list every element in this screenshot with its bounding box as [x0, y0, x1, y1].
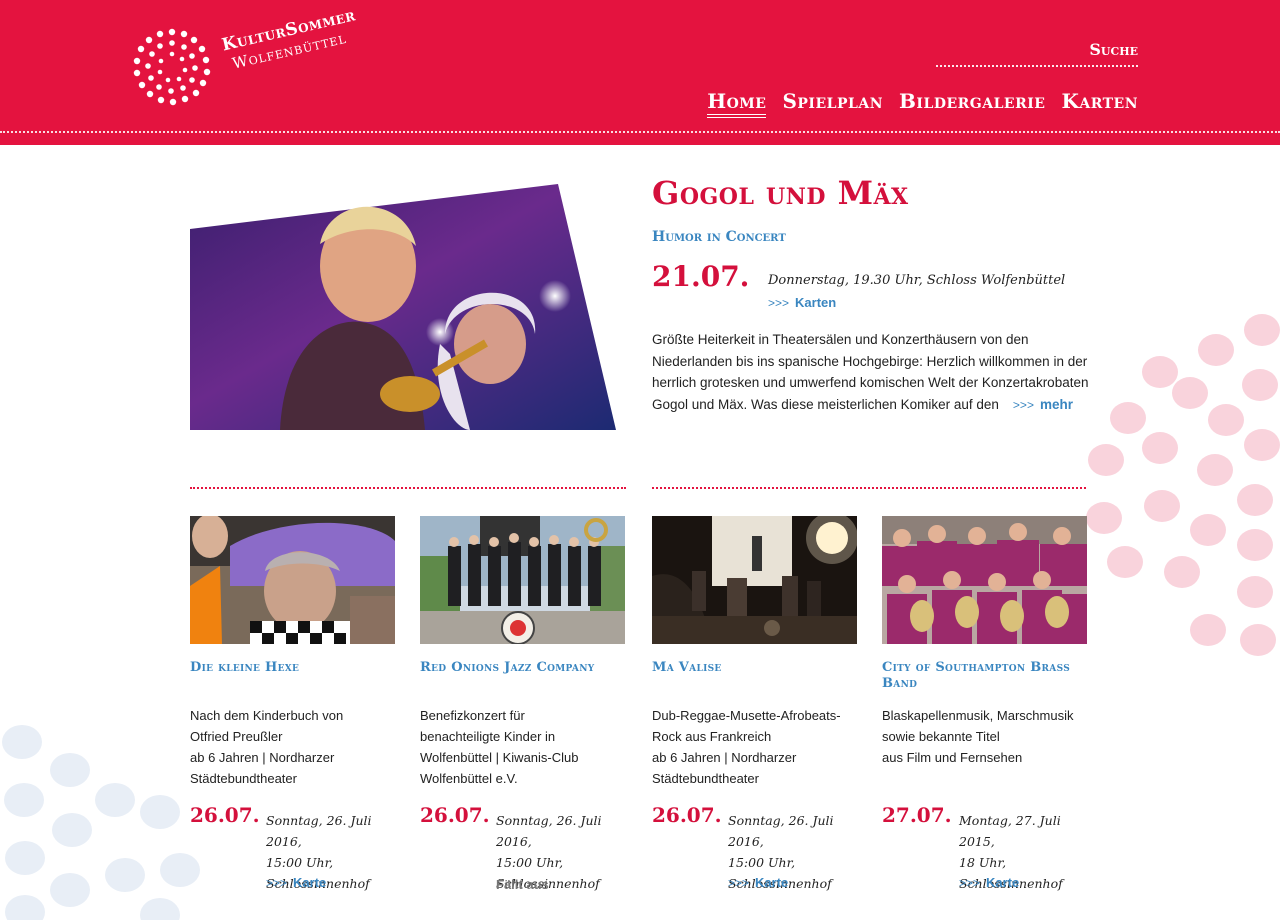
event-desc-line: Benefizkonzert für [420, 708, 525, 723]
event-description: Dub-Reggae-Musette-Afrobeats- Rock aus F… [652, 705, 862, 789]
arrow-icon: >>> [768, 296, 790, 310]
logo-text: KulturSommer Wolfenbüttel [220, 5, 362, 75]
event-tickets-link[interactable]: >>> Karte [266, 875, 326, 890]
event-title-ma-valise[interactable]: Ma Valise [652, 660, 862, 676]
event-date: 26.07. [190, 803, 260, 827]
event-desc-line: Rock aus Frankreich [652, 729, 772, 744]
event-desc-line: Städtebundtheater [190, 771, 297, 786]
event-image-die-kleine-hexe[interactable] [190, 516, 395, 644]
event-date: 26.07. [652, 803, 722, 827]
event-date: 26.07. [420, 803, 490, 827]
event-when-line: 15:00 Uhr, [266, 855, 334, 870]
featured-more-label: mehr [1039, 396, 1073, 412]
event-when-line: Sonntag, 26. Juli 2016, [266, 813, 372, 849]
event-desc-line: Wolfenbüttel | Kiwanis-Club [420, 750, 579, 765]
event-date: 27.07. [882, 803, 952, 827]
featured-description: Größte Heiterkeit in Theatersälen und Ko… [652, 329, 1092, 416]
nav-bildergalerie[interactable]: Bildergalerie [899, 89, 1045, 118]
event-desc-line: aus Film und Fernsehen [882, 750, 1023, 765]
event-desc-line: Wolfenbüttel e.V. [420, 771, 518, 786]
event-when-line: Sonntag, 26. Juli 2016, [496, 813, 602, 849]
event-when-line: Montag, 27. Juli 2015, [959, 813, 1061, 849]
event-when-line: 18 Uhr, [959, 855, 1007, 870]
event-desc-line: ab 6 Jahren | Nordharzer [190, 750, 335, 765]
event-description: Nach dem Kinderbuch von Otfried Preußler… [190, 705, 400, 789]
featured-more-link[interactable]: >>> mehr [1013, 397, 1073, 412]
nav-home[interactable]: Home [707, 89, 767, 118]
event-desc-line: Blaskapellenmusik, Marschmusik [882, 708, 1074, 723]
arrow-icon: >>> [728, 876, 750, 890]
featured-event-image[interactable] [190, 184, 616, 430]
nav-spielplan[interactable]: Spielplan [782, 89, 883, 118]
event-desc-line: sowie bekannte Titel [882, 729, 1000, 744]
event-image-red-onions-jazz-company[interactable] [420, 516, 625, 644]
nav-karten[interactable]: Karten [1061, 89, 1138, 118]
search-link[interactable]: Suche [936, 40, 1138, 67]
event-image-ma-valise[interactable] [652, 516, 857, 644]
event-desc-line: Nach dem Kinderbuch von [190, 708, 344, 723]
event-tickets-label: Karte [986, 875, 1020, 890]
arrow-icon: >>> [1012, 397, 1034, 412]
event-title-die-kleine-hexe[interactable]: Die kleine Hexe [190, 660, 400, 676]
site-header: KulturSommer Wolfenbüttel Suche Home Spi… [0, 0, 1280, 145]
section-divider-right [652, 487, 1086, 489]
sun-logo-icon [133, 28, 211, 106]
header-divider [0, 131, 1280, 133]
event-cancelled-label: Fällt aus [496, 877, 549, 892]
event-tickets-label: Karte [293, 875, 327, 890]
featured-tickets-link[interactable]: >>> Karten [768, 295, 836, 310]
featured-date: 21.07. [652, 260, 750, 293]
event-tickets-link[interactable]: >>> Karte [728, 875, 788, 890]
main-nav: Home Spielplan Bildergalerie Karten [707, 89, 1138, 118]
event-desc-line: ab 6 Jahren | Nordharzer [652, 750, 797, 765]
featured-subtitle: Humor in Concert [652, 229, 786, 245]
event-when-line: 15:00 Uhr, [496, 855, 564, 870]
arrow-icon: >>> [959, 876, 981, 890]
featured-when: Donnerstag, 19.30 Uhr, Schloss Wolfenbüt… [768, 273, 1066, 288]
event-desc-line: Otfried Preußler [190, 729, 283, 744]
event-tickets-link[interactable]: >>> Karte [959, 875, 1019, 890]
event-when-line: 15:00 Uhr, [728, 855, 796, 870]
featured-title: Gogol und Mäx [652, 174, 909, 212]
event-image-city-of-southampton-brass-band[interactable] [882, 516, 1087, 644]
event-desc-line: Städtebundtheater [652, 771, 759, 786]
event-title-red-onions-jazz-company[interactable]: Red Onions Jazz Company [420, 660, 630, 676]
featured-tickets-label: Karten [795, 295, 837, 310]
arrow-icon: >>> [266, 876, 288, 890]
event-title-city-of-southampton-brass-band[interactable]: City of Southampton Brass Band [882, 660, 1092, 692]
event-tickets-label: Karte [755, 875, 789, 890]
site-logo[interactable]: KulturSommer Wolfenbüttel [132, 5, 372, 108]
event-when-line: Sonntag, 26. Juli 2016, [728, 813, 834, 849]
event-desc-line: benachteiligte Kinder in [420, 729, 556, 744]
section-divider-left [190, 487, 626, 489]
event-desc-line: Dub-Reggae-Musette-Afrobeats- [652, 708, 841, 723]
event-description: Blaskapellenmusik, Marschmusik sowie bek… [882, 705, 1092, 768]
event-description: Benefizkonzert für benachteiligte Kinder… [420, 705, 630, 789]
